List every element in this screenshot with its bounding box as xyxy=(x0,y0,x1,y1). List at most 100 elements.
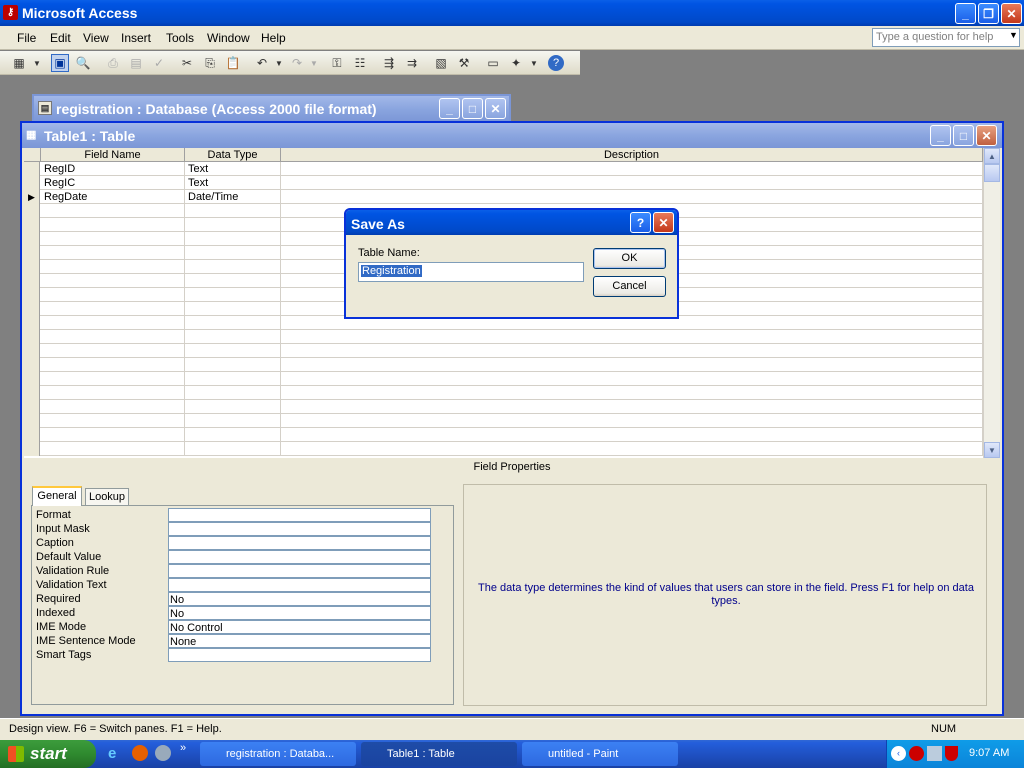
row-selector[interactable] xyxy=(24,176,40,190)
field-name-cell[interactable] xyxy=(41,414,185,428)
row-selector[interactable] xyxy=(24,330,40,344)
ok-button[interactable]: OK xyxy=(593,248,666,269)
data-type-cell[interactable]: Text xyxy=(185,176,281,190)
field-name-cell[interactable] xyxy=(41,288,185,302)
data-type-cell[interactable]: Date/Time xyxy=(185,190,281,204)
task-paint[interactable]: untitled - Paint xyxy=(522,742,678,766)
spelling-icon[interactable]: ✓ xyxy=(150,54,168,72)
data-type-cell[interactable] xyxy=(185,302,281,316)
property-value[interactable] xyxy=(168,648,431,662)
tab-lookup[interactable]: Lookup xyxy=(85,488,129,506)
field-name-cell[interactable]: RegIC xyxy=(41,176,185,190)
save-icon[interactable]: ▣ xyxy=(51,54,69,72)
start-button[interactable]: start xyxy=(0,740,96,768)
database-window-title-bar[interactable]: ▤ registration : Database (Access 2000 f… xyxy=(34,96,509,122)
security-icon[interactable] xyxy=(909,746,924,761)
table-row[interactable] xyxy=(24,330,983,344)
app-restore-button[interactable]: ❐ xyxy=(978,3,999,24)
table-row[interactable] xyxy=(24,344,983,358)
property-value[interactable]: No Control xyxy=(168,620,431,634)
help-search-input[interactable]: Type a question for help ▼ xyxy=(872,28,1020,47)
firefox-icon[interactable] xyxy=(132,745,148,761)
row-selector[interactable] xyxy=(24,428,40,442)
chevron-down-icon[interactable]: ▼ xyxy=(270,54,288,72)
description-cell[interactable] xyxy=(281,372,983,386)
property-value[interactable] xyxy=(168,550,431,564)
task-registration-database[interactable]: registration : Databa... xyxy=(200,742,356,766)
data-type-cell[interactable] xyxy=(185,358,281,372)
table-row[interactable]: ▶ RegDate Date/Time xyxy=(24,190,983,204)
task-table1[interactable]: Table1 : Table xyxy=(361,742,517,766)
column-header-description[interactable]: Description xyxy=(281,148,983,162)
app-minimize-button[interactable]: _ xyxy=(955,3,976,24)
property-value[interactable]: No xyxy=(168,606,431,620)
data-type-cell[interactable] xyxy=(185,344,281,358)
data-type-cell[interactable] xyxy=(185,330,281,344)
view-icon[interactable]: ▦ xyxy=(10,54,28,72)
scroll-up-icon[interactable]: ▲ xyxy=(984,148,1000,164)
field-name-cell[interactable] xyxy=(41,386,185,400)
data-type-cell[interactable] xyxy=(185,428,281,442)
chevron-down-icon[interactable]: ▼ xyxy=(28,54,46,72)
row-selector[interactable] xyxy=(24,400,40,414)
ie-icon[interactable]: e xyxy=(108,745,116,762)
insert-rows-icon[interactable]: ⇶ xyxy=(380,54,398,72)
save-as-dialog[interactable]: Save As ? ✕ Table Name: Registration OK … xyxy=(344,208,679,319)
description-cell[interactable] xyxy=(281,330,983,344)
description-cell[interactable] xyxy=(281,400,983,414)
description-cell[interactable] xyxy=(281,442,983,456)
table-row[interactable]: RegIC Text xyxy=(24,176,983,190)
row-selector[interactable] xyxy=(24,302,40,316)
field-name-cell[interactable] xyxy=(41,330,185,344)
chevron-down-icon[interactable]: ▼ xyxy=(1009,30,1018,40)
redo-icon[interactable]: ↷ xyxy=(288,54,306,72)
data-type-cell[interactable] xyxy=(185,386,281,400)
menu-file[interactable]: File xyxy=(17,31,36,45)
row-selector[interactable] xyxy=(24,344,40,358)
copy-icon[interactable]: ⎘ xyxy=(201,54,219,72)
undo-icon[interactable]: ↶ xyxy=(253,54,271,72)
row-selector[interactable] xyxy=(24,414,40,428)
new-object-icon[interactable]: ✦ xyxy=(507,54,525,72)
help-icon[interactable]: ? xyxy=(548,55,564,71)
field-name-cell[interactable] xyxy=(41,302,185,316)
field-name-cell[interactable] xyxy=(41,316,185,330)
row-selector[interactable] xyxy=(24,260,40,274)
row-selector[interactable] xyxy=(24,274,40,288)
field-name-cell[interactable] xyxy=(41,442,185,456)
table-row[interactable] xyxy=(24,386,983,400)
data-type-cell[interactable] xyxy=(185,316,281,330)
data-type-cell[interactable] xyxy=(185,218,281,232)
table-minimize-button[interactable]: _ xyxy=(930,125,951,146)
row-selector[interactable] xyxy=(24,316,40,330)
database-window-icon[interactable]: ▭ xyxy=(484,54,502,72)
menu-window[interactable]: Window xyxy=(207,31,250,45)
cut-icon[interactable]: ✂ xyxy=(178,54,196,72)
table-close-button[interactable]: ✕ xyxy=(976,125,997,146)
description-cell[interactable] xyxy=(281,162,983,176)
row-selector[interactable] xyxy=(24,442,40,456)
description-cell[interactable] xyxy=(281,386,983,400)
db-maximize-button[interactable]: □ xyxy=(462,98,483,119)
table-window-title-bar[interactable]: ▦ Table1 : Table _ □ ✕ xyxy=(22,123,1002,148)
menu-insert[interactable]: Insert xyxy=(121,31,151,45)
row-selector[interactable] xyxy=(24,358,40,372)
menu-tools[interactable]: Tools xyxy=(166,31,194,45)
data-type-cell[interactable] xyxy=(185,274,281,288)
menu-help[interactable]: Help xyxy=(261,31,286,45)
property-value[interactable] xyxy=(168,522,431,536)
indexes-icon[interactable]: ☷ xyxy=(351,54,369,72)
primary-key-icon[interactable]: ⚿ xyxy=(328,54,346,72)
data-type-cell[interactable] xyxy=(185,414,281,428)
paste-icon[interactable]: 📋 xyxy=(224,54,242,72)
property-value[interactable] xyxy=(168,508,431,522)
data-type-cell[interactable] xyxy=(185,246,281,260)
table-row[interactable] xyxy=(24,372,983,386)
column-header-data-type[interactable]: Data Type xyxy=(185,148,281,162)
field-name-cell[interactable] xyxy=(41,358,185,372)
property-value[interactable] xyxy=(168,536,431,550)
row-selector[interactable] xyxy=(24,162,40,176)
data-type-cell[interactable] xyxy=(185,442,281,456)
tab-general[interactable]: General xyxy=(32,486,82,506)
data-type-cell[interactable] xyxy=(185,232,281,246)
